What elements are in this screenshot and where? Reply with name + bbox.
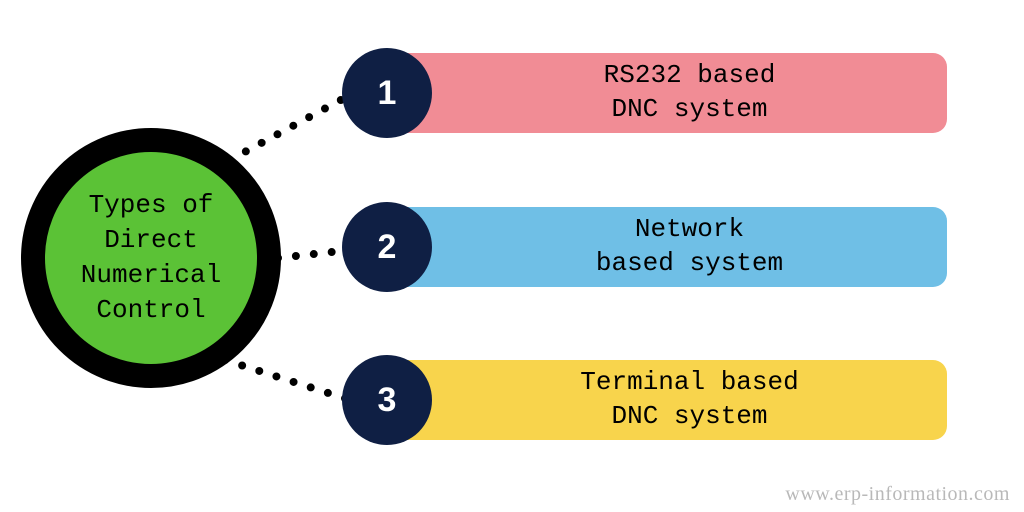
item-number-3: 3 bbox=[378, 381, 397, 420]
item-number-circle-3: 3 bbox=[342, 355, 432, 445]
item-bar-2: Network based system bbox=[387, 207, 947, 287]
item-number-circle-2: 2 bbox=[342, 202, 432, 292]
center-topic-circle: Types of Direct Numerical Control bbox=[21, 128, 281, 388]
attribution-text: www.erp-information.com bbox=[785, 483, 1010, 506]
item-number-2: 2 bbox=[378, 228, 397, 267]
item-bar-3: Terminal based DNC system bbox=[387, 360, 947, 440]
item-label-1: RS232 based DNC system bbox=[604, 59, 776, 127]
center-topic-label: Types of Direct Numerical Control bbox=[81, 188, 221, 328]
item-label-2: Network based system bbox=[596, 213, 783, 281]
item-label-3: Terminal based DNC system bbox=[580, 366, 798, 434]
item-bar-1: RS232 based DNC system bbox=[387, 53, 947, 133]
item-number-circle-1: 1 bbox=[342, 48, 432, 138]
item-number-1: 1 bbox=[378, 74, 397, 113]
diagram-canvas: Types of Direct Numerical Control RS232 … bbox=[0, 0, 1024, 512]
